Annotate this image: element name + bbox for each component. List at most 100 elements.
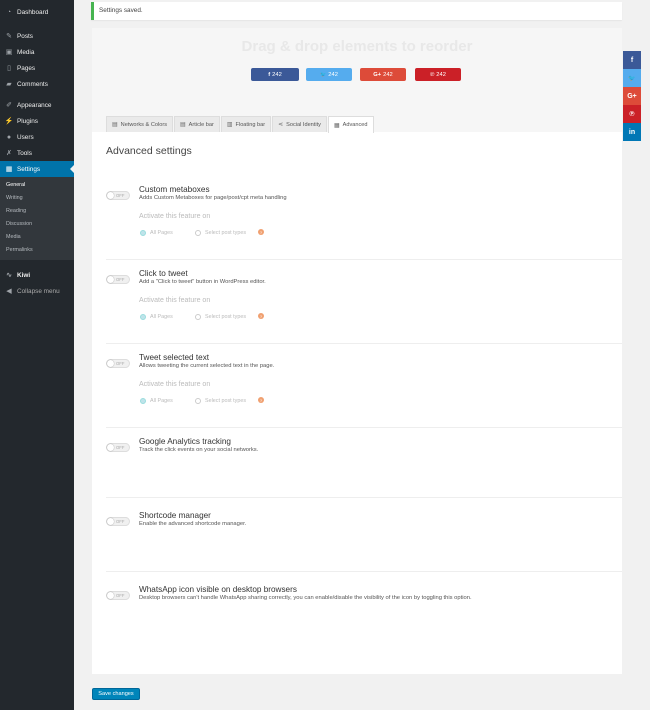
settings-saved-notice: Settings saved. xyxy=(91,2,622,20)
tab-floating-bar[interactable]: ▥ Floating bar xyxy=(220,116,272,132)
all-pages-radio[interactable] xyxy=(140,398,146,404)
tab-label: Floating bar xyxy=(235,121,266,128)
twitter-icon: 🐦 xyxy=(320,71,327,78)
sidebar-item-label: Users xyxy=(17,133,34,141)
floating-twitter-button[interactable]: 🐦 xyxy=(623,69,641,87)
feature-title: Tweet selected text xyxy=(139,353,210,362)
pinterest-icon: ℗ xyxy=(629,110,635,118)
page-title: Advanced settings xyxy=(106,145,192,157)
floating-pinterest-button[interactable]: ℗ xyxy=(623,105,641,123)
submenu-item-writing[interactable]: Writing xyxy=(0,192,74,205)
facebook-icon: f xyxy=(268,71,271,78)
feature-title: WhatsApp icon visible on desktop browser… xyxy=(139,585,297,594)
tab-label: Social Identity xyxy=(286,121,321,128)
sidebar-item-label: Plugins xyxy=(17,117,38,125)
tab-social-identity[interactable]: ⋖ Social Identity xyxy=(272,116,327,132)
google-analytics-toggle[interactable]: OFF xyxy=(106,443,130,452)
activate-label: Activate this feature on xyxy=(139,213,211,220)
submenu-item-general[interactable]: General xyxy=(0,179,74,192)
feature-title: Shortcode manager xyxy=(139,511,211,520)
tab-advanced[interactable]: ▦ Advanced xyxy=(327,116,374,133)
save-changes-button[interactable]: Save changes xyxy=(92,688,140,700)
toggle-knob xyxy=(107,444,114,451)
sidebar-item-appearance[interactable]: ✐ Appearance xyxy=(0,97,74,113)
tab-article-bar[interactable]: ▤ Article bar xyxy=(174,116,220,132)
sidebar-item-label: Collapse menu xyxy=(17,287,60,295)
sidebar-item-dashboard[interactable]: ◔ Dashboard xyxy=(0,4,74,20)
toggle-knob xyxy=(107,518,114,525)
toggle-knob xyxy=(107,192,114,199)
feature-description: Desktop browsers can't handle WhatsApp s… xyxy=(139,595,472,601)
settings-tabs: ▤ Networks & Colors ▤ Article bar ▥ Floatin… xyxy=(106,116,375,133)
custom-metaboxes-toggle[interactable]: OFF xyxy=(106,191,130,200)
plugin-icon: ⚡ xyxy=(4,118,14,125)
all-pages-radio[interactable] xyxy=(140,314,146,320)
select-post-types-radio[interactable] xyxy=(195,230,201,236)
share-count: 242 xyxy=(383,71,393,78)
sidebar-item-label: Kiwi xyxy=(17,271,31,279)
floating-google-plus-button[interactable]: G+ xyxy=(623,87,641,105)
tweet-selected-text-toggle[interactable]: OFF xyxy=(106,359,130,368)
settings-panel: Drag & drop elements to reorder f 242 🐦 … xyxy=(92,28,622,674)
activate-label: Activate this feature on xyxy=(139,297,211,304)
tab-label: Networks & Colors xyxy=(120,121,167,128)
floating-linkedin-button[interactable]: in xyxy=(623,123,641,141)
facebook-share-button[interactable]: f 242 xyxy=(251,68,299,81)
select-post-types-radio[interactable] xyxy=(195,398,201,404)
whatsapp-desktop-toggle[interactable]: OFF xyxy=(106,591,130,600)
sidebar-item-settings[interactable]: ▦ Settings xyxy=(0,161,74,177)
shortcode-manager-toggle[interactable]: OFF xyxy=(106,517,130,526)
sidebar-item-kiwi[interactable]: ∿ Kiwi xyxy=(0,267,74,283)
article-icon: ▤ xyxy=(180,122,186,128)
sidebar-item-users[interactable]: ● Users xyxy=(0,129,74,145)
toggle-state: OFF xyxy=(116,361,125,366)
sidebar-item-tools[interactable]: ✗ Tools xyxy=(0,145,74,161)
divider xyxy=(106,343,622,344)
sidebar-item-posts[interactable]: ✎ Posts xyxy=(0,28,74,44)
divider xyxy=(106,259,622,260)
page-icon: ▯ xyxy=(7,65,11,72)
click-to-tweet-toggle[interactable]: OFF xyxy=(106,275,130,284)
twitter-icon: 🐦 xyxy=(628,75,636,82)
submenu-item-media[interactable]: Media xyxy=(0,231,74,244)
twitter-share-button[interactable]: 🐦 242 xyxy=(306,68,352,81)
sidebar-item-pages[interactable]: ▯ Pages xyxy=(0,60,74,76)
toggle-knob xyxy=(107,276,114,283)
feature-description: Adds Custom Metaboxes for page/post/cpt … xyxy=(139,195,287,201)
tab-networks-colors[interactable]: ▤ Networks & Colors xyxy=(106,116,173,132)
radio-label: All Pages xyxy=(150,314,173,320)
sidebar-item-label: Comments xyxy=(17,80,48,88)
sidebar-item-label: Appearance xyxy=(17,101,52,109)
sidebar-item-comments[interactable]: ▰ Comments xyxy=(0,76,74,92)
toggle-state: OFF xyxy=(116,277,125,282)
share-count: 242 xyxy=(328,71,338,78)
pinterest-share-button[interactable]: ℗ 242 xyxy=(415,68,461,81)
feature-title: Custom metaboxes xyxy=(139,185,210,194)
sidebar-item-plugins[interactable]: ⚡ Plugins xyxy=(0,113,74,129)
submenu-item-reading[interactable]: Reading xyxy=(0,205,74,218)
feature-description: Enable the advanced shortcode manager. xyxy=(139,521,247,527)
sidebar-item-label: Tools xyxy=(17,149,32,157)
help-icon[interactable]: ? xyxy=(258,397,264,403)
help-icon[interactable]: ? xyxy=(258,313,264,319)
radio-label: Select post types xyxy=(205,314,247,320)
activate-label: Activate this feature on xyxy=(139,381,211,388)
pinterest-icon: ℗ xyxy=(430,71,435,78)
facebook-icon: f xyxy=(630,56,634,64)
sidebar-item-media[interactable]: ▣ Media xyxy=(0,44,74,60)
collapse-menu-button[interactable]: ◀ Collapse menu xyxy=(0,283,74,299)
tab-label: Advanced xyxy=(342,122,368,128)
submenu-item-permalinks[interactable]: Permalinks xyxy=(0,244,74,257)
toggle-state: OFF xyxy=(116,519,125,524)
select-post-types-radio[interactable] xyxy=(195,314,201,320)
google-plus-share-button[interactable]: G+ 242 xyxy=(360,68,406,81)
all-pages-radio[interactable] xyxy=(140,230,146,236)
radio-label: All Pages xyxy=(150,230,173,236)
help-icon[interactable]: ? xyxy=(258,229,264,235)
google-plus-icon: G+ xyxy=(373,71,382,78)
submenu-item-discussion[interactable]: Discussion xyxy=(0,218,74,231)
floating-facebook-button[interactable]: f xyxy=(623,51,641,69)
share-icon: ⋖ xyxy=(278,122,284,128)
sidebar-item-label: Dashboard xyxy=(17,8,49,16)
feature-description: Track the click events on your social ne… xyxy=(139,447,259,453)
